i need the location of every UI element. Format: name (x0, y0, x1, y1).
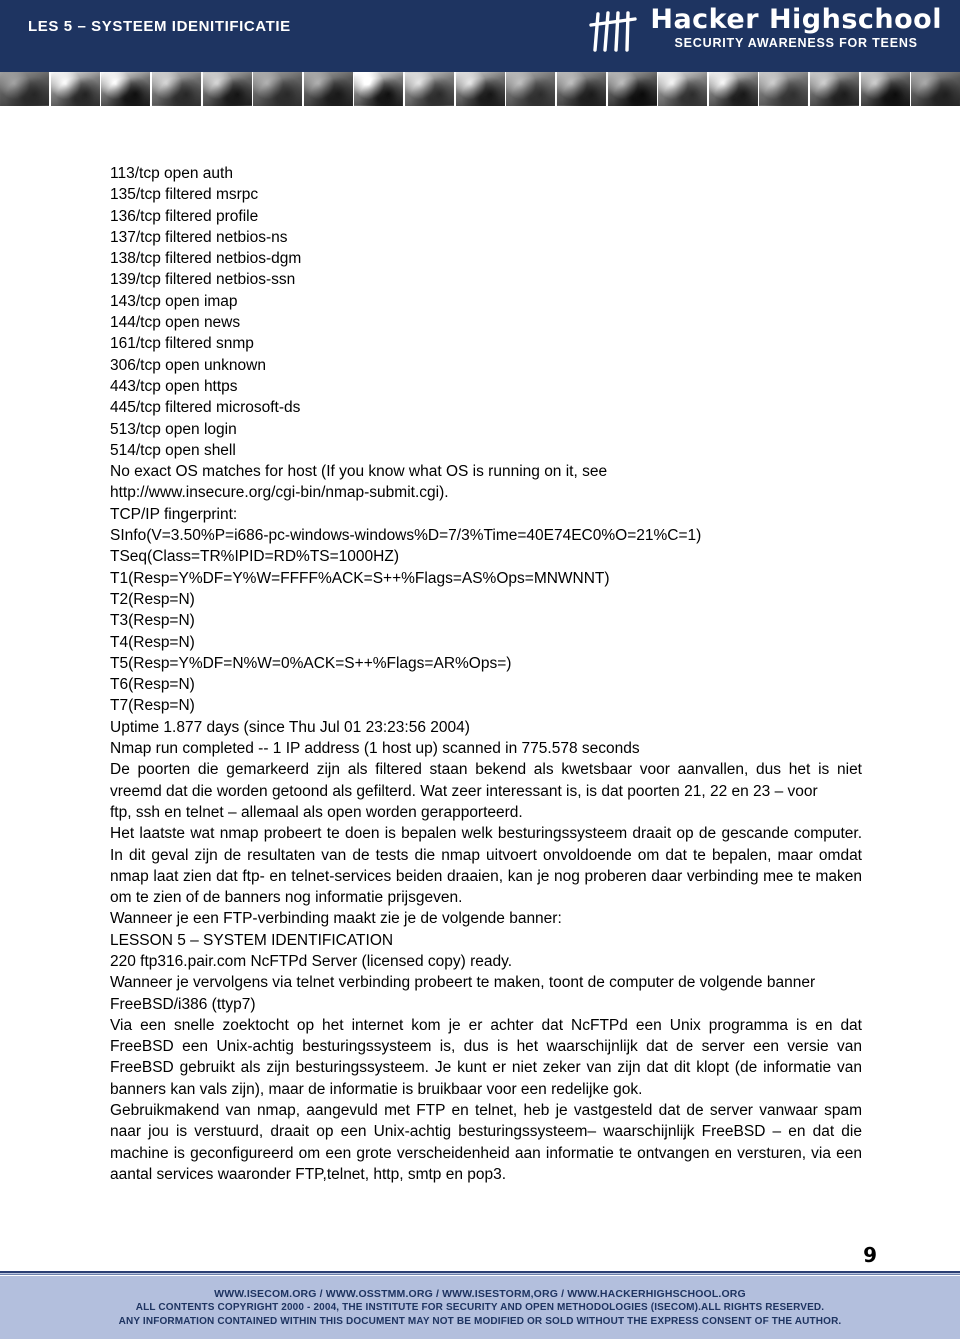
photo-strip-cell (860, 72, 910, 106)
scan-output-line: http://www.insecure.org/cgi-bin/nmap-sub… (110, 484, 449, 502)
logo-name: Hacker Highschool (650, 4, 942, 35)
tally-marks-icon (588, 8, 640, 54)
scan-output-line: T3(Resp=N) (110, 612, 195, 630)
scan-output-line: T1(Resp=Y%DF=Y%W=FFFF%ACK=S++%Flags=AS%O… (110, 569, 610, 587)
line-ftp-ssh-telnet-open: ftp, ssh en telnet – allemaal als open w… (110, 803, 523, 821)
footer-divider-rule (0, 1271, 960, 1275)
photo-strip-cell (658, 72, 707, 106)
scan-output-line: 135/tcp filtered msrpc (110, 186, 259, 204)
photo-strip-cell (404, 72, 454, 106)
line-telnet-banner-response: FreeBSD/i386 (ttyp7) (110, 995, 256, 1013)
scan-output-line: 513/tcp open login (110, 420, 237, 438)
line-ftp-banner-response: 220 ftp316.pair.com NcFTPd Server (licen… (110, 952, 513, 970)
line-lesson-title-english: LESSON 5 – SYSTEM IDENTIFICATION (110, 931, 394, 949)
page-number: 9 (863, 1243, 877, 1267)
photo-strip-cell (506, 72, 555, 106)
scan-output-line: T5(Resp=Y%DF=N%W=0%ACK=S++%Flags=AR%Ops=… (110, 654, 512, 672)
photo-strip-cell (354, 72, 404, 106)
footer-notice: ANY INFORMATION CONTAINED WITHIN THIS DO… (118, 1315, 842, 1327)
hacker-highschool-logo: Hacker Highschool SECURITY AWARENESS FOR… (588, 6, 942, 54)
scan-output-line: 143/tcp open imap (110, 292, 238, 310)
photo-strip-cell (101, 72, 150, 106)
footer-copyright: ALL CONTENTS COPYRIGHT 2000 - 2004, THE … (135, 1301, 825, 1313)
page-footer: WWW.ISECOM.ORG / WWW.OSSTMM.ORG / WWW.IS… (0, 1276, 960, 1339)
logo-tagline: SECURITY AWARENESS FOR TEENS (674, 36, 918, 50)
paragraph-internet-research: Via een snelle zoektocht op het internet… (110, 1016, 862, 1098)
scan-output-line: 113/tcp open auth (110, 165, 233, 182)
scan-output-line: TSeq(Class=TR%IPID=RD%TS=1000HZ) (110, 548, 399, 566)
photo-strip-cell (708, 72, 758, 106)
scan-output-line: 137/tcp filtered netbios-ns (110, 228, 288, 246)
photo-strip-cell (809, 72, 859, 106)
scan-output-line: 306/tcp open unknown (110, 356, 266, 374)
scan-output-line: T6(Resp=N) (110, 676, 195, 694)
photo-strip-cell (759, 72, 809, 106)
scan-output-line: T4(Resp=N) (110, 633, 195, 651)
scan-output-line: 136/tcp filtered profile (110, 207, 259, 225)
paragraph-filtered-ports: De poorten die gemarkeerd zijn als filte… (110, 761, 862, 800)
scan-output-line: 445/tcp filtered microsoft-ds (110, 399, 301, 417)
photo-strip-cell (50, 72, 100, 106)
photo-strip-cell (455, 72, 505, 106)
scan-output-line: No exact OS matches for host (If you kno… (110, 463, 608, 481)
nmap-scan-output: 113/tcp open auth 135/tcp filtered msrpc… (110, 163, 862, 759)
paragraph-telnet-intro: Wanneer je vervolgens via telnet verbind… (110, 974, 816, 992)
lesson-title: LES 5 – SYSTEEM IDENITIFICATIE (28, 18, 291, 35)
page-header: LES 5 – SYSTEEM IDENITIFICATIE Hacker Hi… (0, 0, 960, 72)
photo-strip-cell (151, 72, 201, 106)
photo-strip-cell (607, 72, 657, 106)
scan-output-line: T2(Resp=N) (110, 590, 195, 608)
scan-output-line: 161/tcp filtered snmp (110, 335, 254, 353)
photo-strip-cell (303, 72, 353, 106)
scan-output-line: 514/tcp open shell (110, 441, 236, 459)
scan-output-line: Uptime 1.877 days (since Thu Jul 01 23:2… (110, 718, 470, 736)
footer-urls: WWW.ISECOM.ORG / WWW.OSSTMM.ORG / WWW.IS… (214, 1287, 746, 1300)
scan-output-line: SInfo(V=3.50%P=i686-pc-windows-windows%D… (110, 527, 702, 545)
scan-output-line: 443/tcp open https (110, 377, 238, 395)
photo-strip-cell (911, 72, 960, 106)
scan-output-line: 144/tcp open news (110, 314, 241, 332)
line-ftp-banner-intro: Wanneer je een FTP-verbinding maakt zie … (110, 910, 562, 928)
scan-output-line: 138/tcp filtered netbios-dgm (110, 250, 302, 268)
photo-strip-banner (0, 72, 960, 106)
paragraph-nmap-os-detection: Het laatste wat nmap probeert te doen is… (110, 825, 862, 907)
photo-strip-cell (202, 72, 252, 106)
scan-output-line: 139/tcp filtered netbios-ssn (110, 271, 296, 289)
document-content: 113/tcp open auth 135/tcp filtered msrpc… (110, 163, 862, 1185)
photo-strip-cell (0, 72, 49, 106)
scan-output-line: T7(Resp=N) (110, 697, 195, 715)
photo-strip-cell (556, 72, 606, 106)
scan-output-line: TCP/IP fingerprint: (110, 505, 238, 523)
scan-output-line: Nmap run completed -- 1 IP address (1 ho… (110, 740, 640, 758)
paragraph-conclusion: Gebruikmakend van nmap, aangevuld met FT… (110, 1102, 862, 1183)
photo-strip-cell (253, 72, 302, 106)
logo-text-block: Hacker Highschool SECURITY AWARENESS FOR… (650, 6, 942, 50)
